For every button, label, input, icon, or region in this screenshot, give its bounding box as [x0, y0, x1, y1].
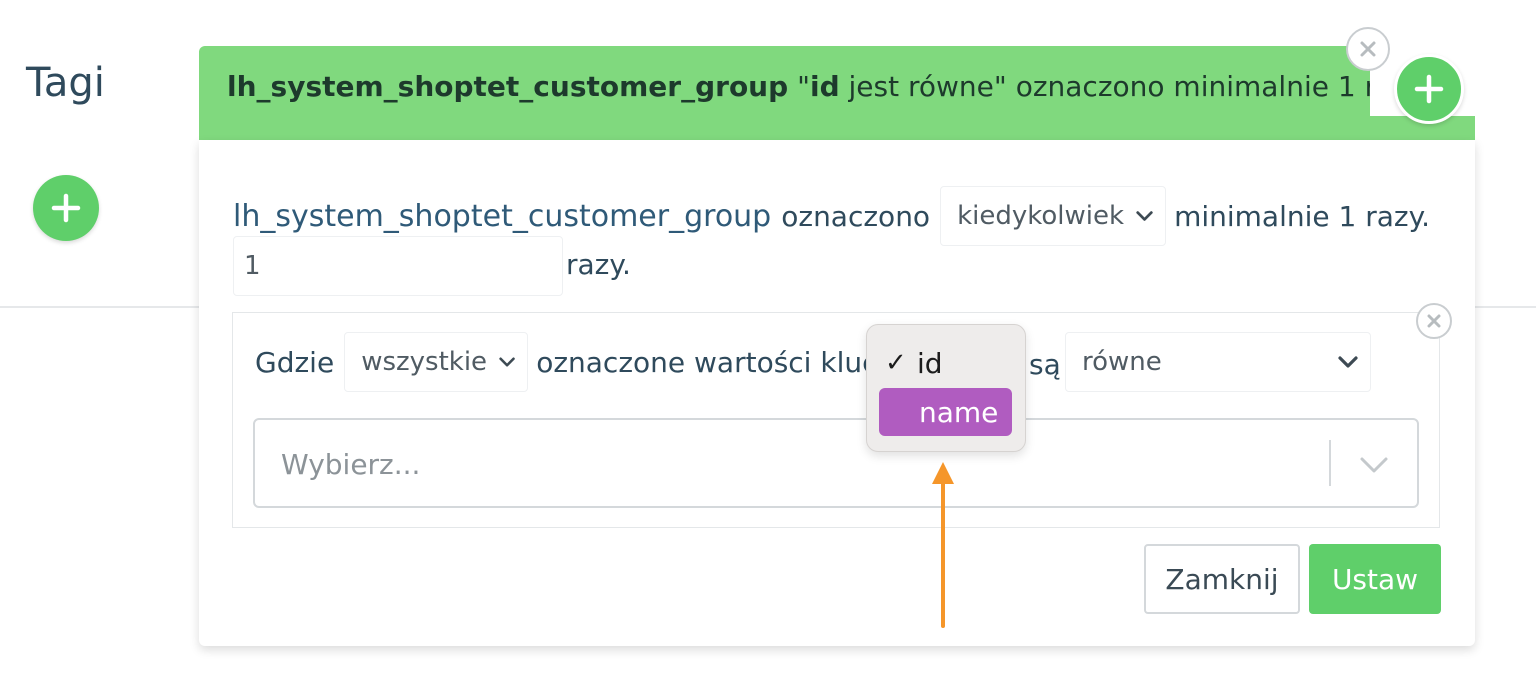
operator-select[interactable]: równe [1065, 332, 1371, 392]
chevron-down-icon[interactable] [1359, 456, 1389, 474]
are-label: są [1029, 348, 1061, 381]
tag-header: lh_system_shoptet_customer_group "id jes… [199, 46, 1475, 140]
arrow-up-icon [932, 462, 954, 628]
value-select-placeholder: Wybierz... [281, 448, 421, 481]
where-label: Gdzie [255, 345, 335, 379]
remove-tag-button[interactable] [1346, 27, 1390, 71]
keys-text: oznaczone wartości klucza [536, 345, 910, 379]
key-option-name[interactable]: name [879, 388, 1012, 436]
plus-icon [51, 193, 81, 223]
tag-summary: lh_system_shoptet_customer_group "id jes… [227, 70, 1408, 103]
value-select-separator [1329, 440, 1331, 486]
key-option-label: name [919, 395, 999, 429]
remove-condition-button[interactable] [1416, 303, 1452, 339]
add-condition-button[interactable] [1394, 54, 1464, 124]
chevron-down-icon [1338, 356, 1358, 368]
plus-icon [1414, 74, 1444, 104]
check-icon: ✓ [885, 348, 907, 378]
key-option-label: id [917, 346, 943, 380]
tag-summary-key: id [809, 70, 840, 103]
add-tag-button[interactable] [33, 175, 99, 241]
tag-summary-name: lh_system_shoptet_customer_group [227, 70, 789, 103]
key-dropdown: ✓ id name [866, 324, 1026, 452]
scope-select-value: wszystkie [361, 347, 488, 377]
tag-summary-condition: jest równe" [848, 70, 1007, 103]
when-select[interactable]: kiedykolwiek [940, 186, 1167, 246]
page-title: Tagi [26, 60, 105, 106]
tag-editor-panel: lh_system_shoptet_customer_group oznaczo… [199, 140, 1475, 646]
key-option-id[interactable]: ✓ id [879, 339, 1012, 387]
tagged-word: oznaczono [781, 199, 931, 233]
count-input[interactable]: 1 [233, 236, 563, 296]
condition-line: Gdzie wszystkie oznaczone wartości klucz… [255, 332, 909, 392]
tag-summary-tail: oznaczono minimalnie 1 raz [1015, 70, 1408, 103]
operator-select-value: równe [1082, 347, 1162, 377]
close-icon [1427, 314, 1441, 328]
chevron-down-icon [499, 357, 515, 367]
count-suffix: razy. [566, 248, 631, 281]
chevron-down-icon [1136, 211, 1153, 221]
editor-tag-name: lh_system_shoptet_customer_group [233, 198, 772, 234]
min-count-text: minimalnie 1 razy. [1174, 199, 1431, 233]
set-button[interactable]: Ustaw [1309, 544, 1441, 614]
value-select[interactable]: Wybierz... [253, 418, 1419, 508]
close-icon [1360, 41, 1376, 57]
when-select-value: kiedykolwiek [957, 201, 1125, 231]
close-button[interactable]: Zamknij [1144, 544, 1300, 614]
scope-select[interactable]: wszystkie [344, 332, 529, 392]
tag-summary-quote: " [797, 70, 810, 103]
